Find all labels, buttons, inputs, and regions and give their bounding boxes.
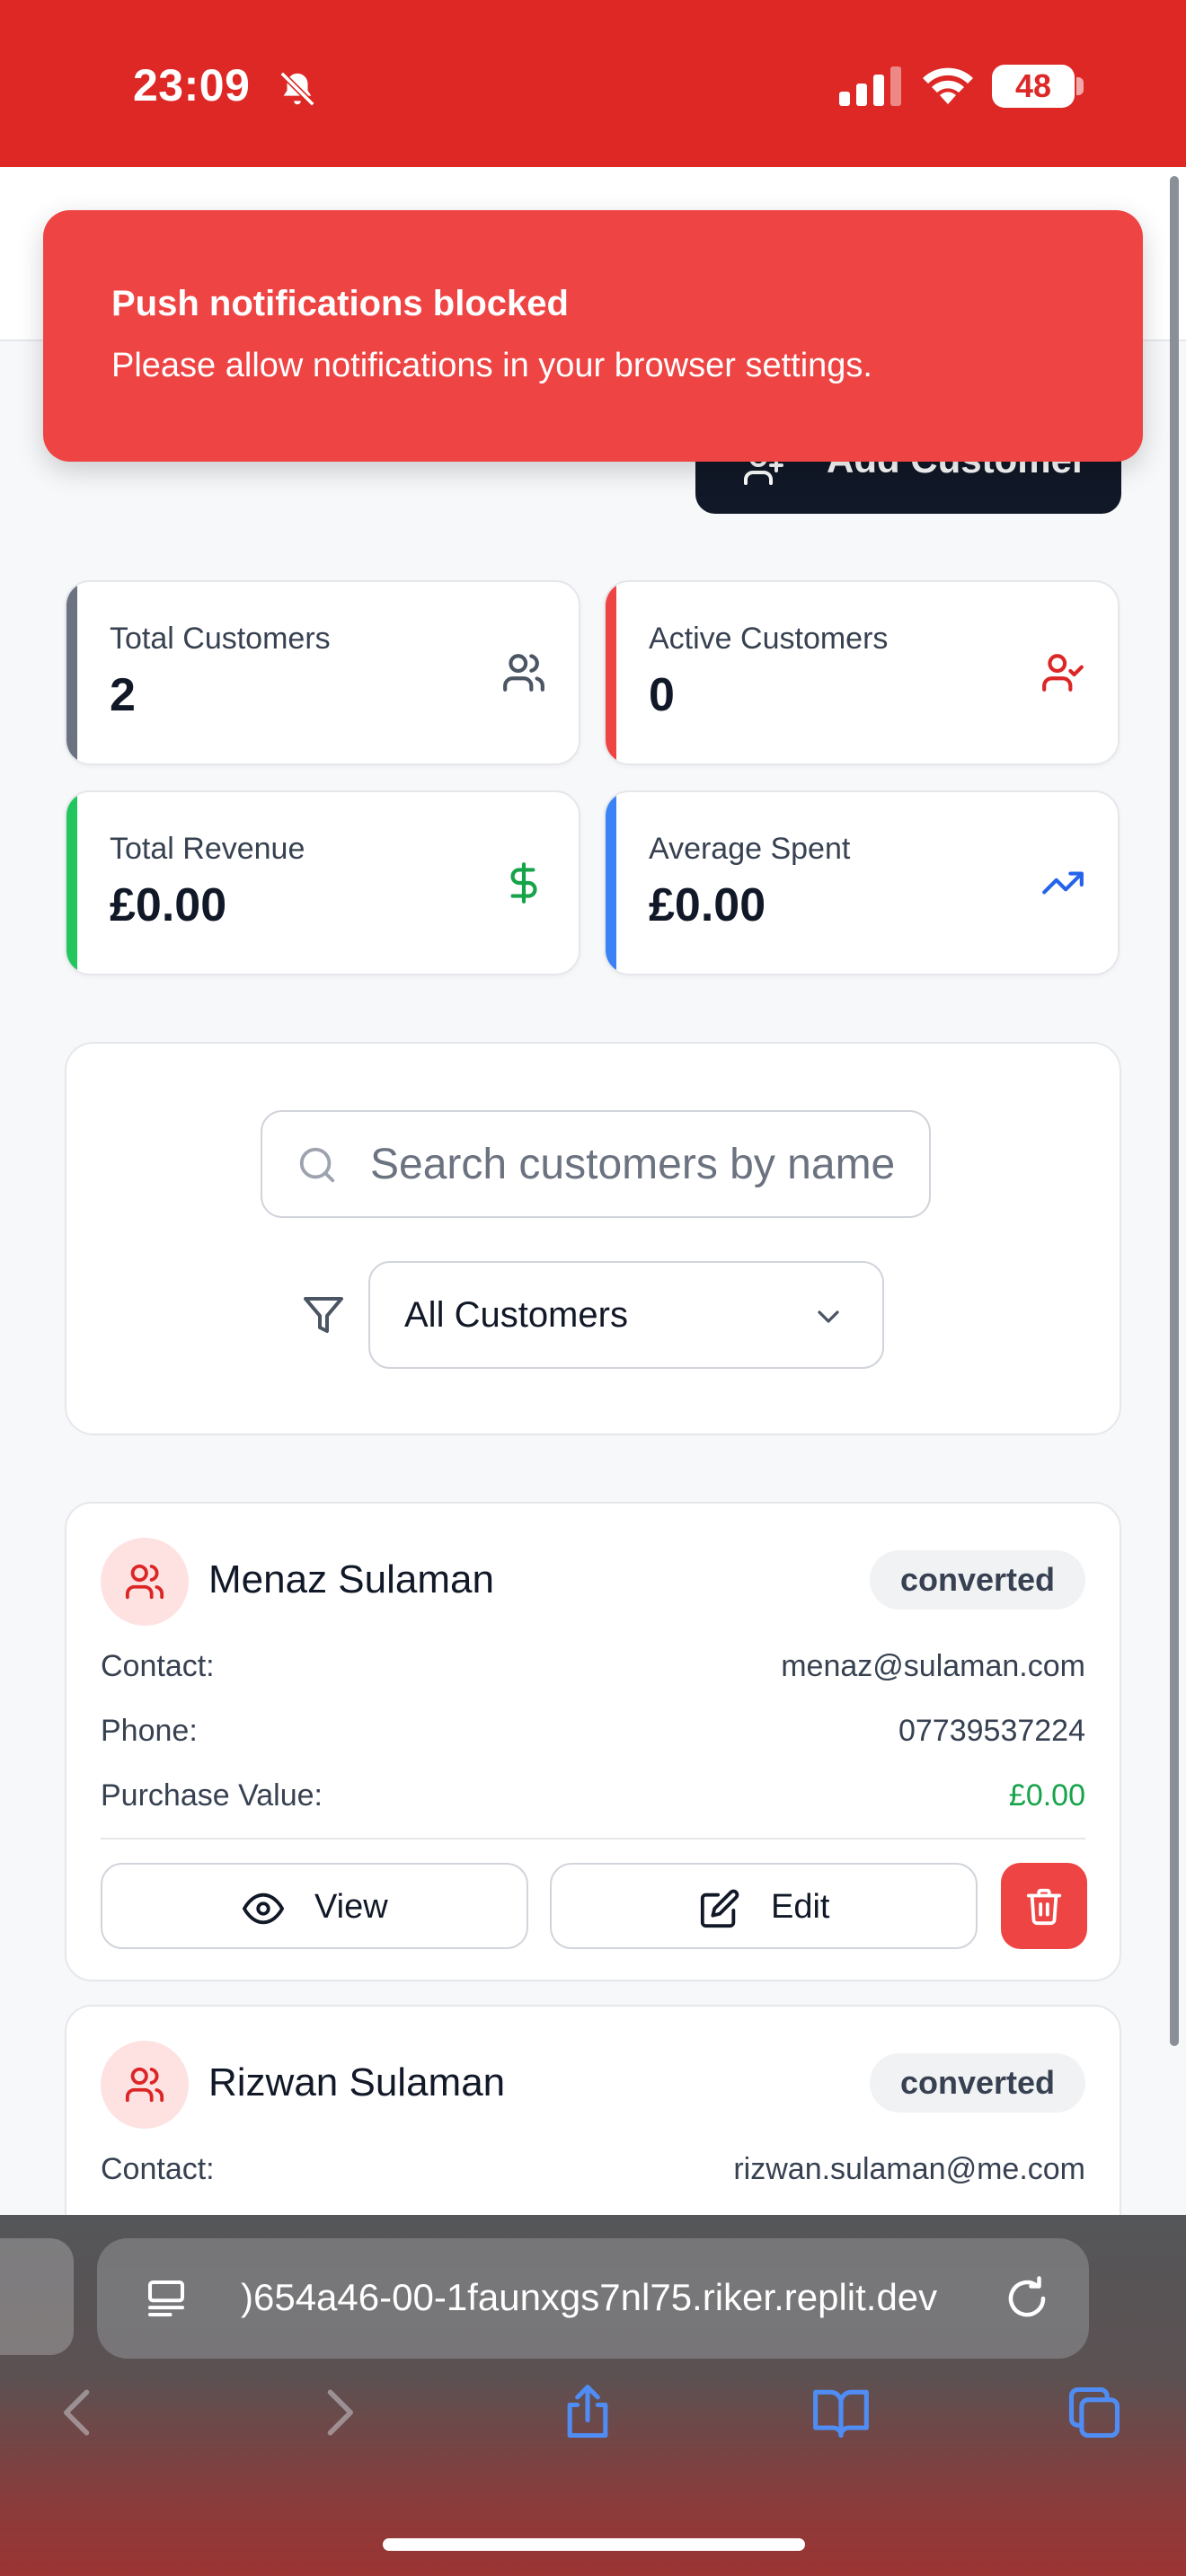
edit-button[interactable]: Edit (550, 1863, 978, 1949)
edit-icon (700, 1889, 739, 1928)
search-input[interactable] (370, 1112, 927, 1216)
stat-label: Average Spent (649, 832, 851, 866)
filter-icon (304, 1297, 343, 1333)
wifi-icon (923, 67, 973, 104)
stat-accent (66, 582, 77, 763)
stat-card-total-customers: Total Customers 2 (65, 580, 580, 765)
stat-label: Total Customers (110, 622, 331, 656)
stat-accent (66, 792, 77, 974)
tabs-icon[interactable] (1064, 2382, 1125, 2443)
stat-value: £0.00 (649, 879, 766, 931)
bookmarks-icon[interactable] (810, 2382, 872, 2443)
status-time: 23:09 (133, 60, 251, 110)
toast-message: Please allow notifications in your brows… (111, 347, 872, 384)
notification-toast[interactable]: Push notifications blocked Please allow … (43, 210, 1143, 462)
avatar (101, 1538, 189, 1626)
stat-label: Active Customers (649, 622, 889, 656)
user-check-icon (1042, 654, 1084, 692)
customer-name: Rizwan Sulaman (208, 2060, 506, 2104)
search-box[interactable] (261, 1110, 931, 1218)
divider (101, 1838, 1085, 1839)
stat-label: Total Revenue (110, 832, 305, 866)
battery-level: 48 (1014, 67, 1052, 104)
status-bar: 23:09 48 (0, 0, 1186, 167)
view-label: View (314, 1888, 388, 1926)
contact-value: rizwan.sulaman@me.com (733, 2152, 1085, 2186)
stat-accent (606, 792, 616, 974)
home-indicator[interactable] (383, 2538, 805, 2551)
bell-off-icon (279, 71, 315, 107)
status-filter-value: All Customers (404, 1295, 628, 1335)
contact-label: Contact: (101, 2152, 215, 2186)
edit-label: Edit (771, 1888, 830, 1926)
users-icon (125, 1564, 164, 1600)
phone-label: Phone: (101, 1714, 198, 1748)
eye-icon (243, 1892, 284, 1925)
trending-up-icon (1042, 871, 1084, 895)
contact-label: Contact: (101, 1649, 215, 1683)
share-icon[interactable] (557, 2382, 618, 2443)
dollar-icon (510, 862, 537, 904)
stat-accent (606, 582, 616, 763)
cellular-signal-icon (839, 66, 901, 106)
purchase-value-label: Purchase Value: (101, 1778, 323, 1813)
back-icon[interactable] (49, 2382, 110, 2443)
purchase-value: £0.00 (1008, 1778, 1085, 1813)
search-icon (299, 1147, 335, 1183)
battery-indicator: 48 (992, 65, 1075, 108)
url-text: )654a46-00-1faunxgs7nl75.riker.replit.de… (241, 2276, 938, 2318)
trash-icon (1026, 1888, 1062, 1926)
battery-cap (1076, 77, 1084, 95)
stat-value: £0.00 (110, 879, 227, 931)
view-button[interactable]: View (101, 1863, 528, 1949)
stat-value: 0 (649, 669, 675, 721)
stat-value: 2 (110, 669, 136, 721)
stat-card-active-customers: Active Customers 0 (604, 580, 1120, 765)
status-badge: converted (869, 1550, 1085, 1610)
avatar (101, 2041, 189, 2129)
contact-value: menaz@sulaman.com (781, 1649, 1085, 1683)
toast-title: Push notifications blocked (111, 284, 569, 323)
customer-name: Menaz Sulaman (208, 1557, 494, 1601)
filter-panel: All Customers (65, 1042, 1121, 1435)
reload-icon[interactable] (1003, 2274, 1051, 2323)
previous-tab-peek[interactable] (0, 2238, 74, 2355)
chevron-down-icon (818, 1310, 839, 1323)
address-bar[interactable]: )654a46-00-1faunxgs7nl75.riker.replit.de… (97, 2238, 1089, 2359)
users-icon (125, 2067, 164, 2103)
stat-card-average-spent: Average Spent £0.00 (604, 790, 1120, 975)
browser-toolbar: )654a46-00-1faunxgs7nl75.riker.replit.de… (0, 2215, 1186, 2576)
scrollbar[interactable] (1170, 176, 1179, 2046)
phone-value: 07739537224 (898, 1714, 1085, 1748)
customer-card: Menaz Sulaman converted Contact: menaz@s… (65, 1502, 1121, 1981)
users-icon (503, 654, 544, 692)
delete-button[interactable] (1001, 1863, 1087, 1949)
page-menu-icon[interactable] (142, 2274, 190, 2323)
forward-icon[interactable] (307, 2382, 368, 2443)
status-filter-select[interactable]: All Customers (368, 1261, 884, 1369)
status-badge: converted (869, 2053, 1085, 2113)
stat-card-total-revenue: Total Revenue £0.00 (65, 790, 580, 975)
